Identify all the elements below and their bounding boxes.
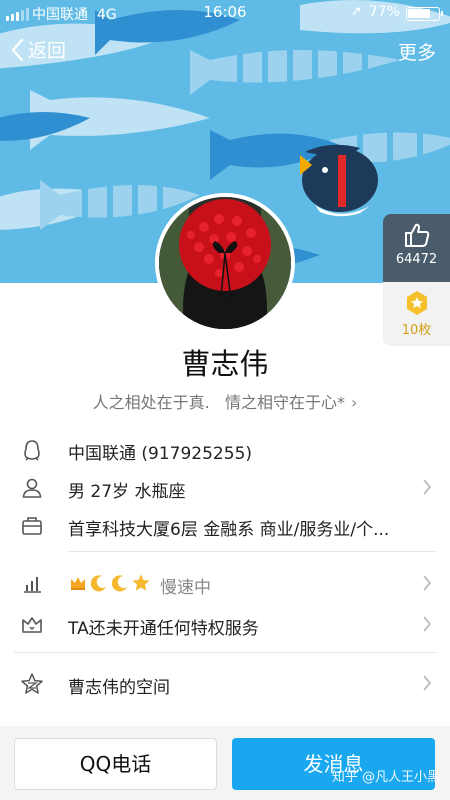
back-button[interactable]: 返回	[10, 36, 66, 63]
back-label: 返回	[28, 40, 67, 62]
star-medal-icon	[406, 291, 427, 315]
vip-crown-icon	[22, 617, 42, 633]
chevron-right-icon	[423, 616, 432, 632]
like-badge[interactable]: 64472	[383, 214, 450, 282]
work-info-text: 首享科技大厦6层 金融系 商业/服务业/个...	[68, 520, 390, 540]
watermark-text: 知乎 @凡人王小黑	[331, 770, 440, 785]
battery-icon	[406, 7, 443, 21]
chevron-right-icon: ›	[350, 393, 358, 412]
basic-info-text: 男 27岁 水瓶座	[68, 482, 186, 502]
profile-signature[interactable]: 人之相处在于真. 情之相守在于心* ›	[0, 389, 450, 413]
chevron-right-icon	[423, 675, 432, 691]
crown-icon	[71, 577, 85, 590]
penguin-icon	[24, 440, 40, 461]
basic-info-row[interactable]: 男 27岁 水瓶座	[0, 468, 450, 508]
level-badges	[68, 573, 151, 593]
moon-icon	[111, 575, 127, 592]
qq-level-row[interactable]: 慢速中	[0, 564, 450, 604]
chevron-right-icon	[423, 479, 432, 495]
bottom-action-bar: QQ电话 发消息 知乎 @凡人王小黑	[0, 726, 450, 800]
person-icon	[22, 478, 42, 498]
more-button[interactable]: 更多	[398, 38, 436, 65]
star-icon	[132, 574, 150, 591]
work-info-row: 首享科技大厦6层 金融系 商业/服务业/个...	[0, 506, 450, 546]
avatar[interactable]	[155, 193, 295, 333]
section-divider	[68, 551, 436, 552]
qzone-row[interactable]: 曹志伟的空间	[0, 664, 450, 704]
avatar-image	[159, 197, 291, 329]
chevron-left-icon	[11, 38, 24, 61]
chevron-right-icon	[423, 575, 432, 591]
section-divider	[14, 652, 436, 653]
battery-percent: 77%	[368, 4, 400, 20]
coin-count: 10枚	[401, 323, 432, 338]
thumbs-up-icon	[404, 223, 429, 247]
signature-text: 人之相处在于真. 情之相守在于心*	[92, 393, 345, 412]
qzone-star-icon	[21, 673, 43, 694]
bar-chart-icon	[24, 577, 41, 593]
profile-name: 曹志伟	[181, 347, 269, 381]
moon-icon	[90, 575, 106, 592]
qq-number-text: 中国联通 (917925255)	[68, 444, 253, 464]
location-arrow-icon: ➚	[351, 4, 362, 19]
like-count: 64472	[395, 252, 438, 267]
battery-fill	[408, 9, 430, 18]
privilege-text: TA还未开通任何特权服务	[68, 619, 259, 639]
qzone-text: 曹志伟的空间	[68, 678, 170, 698]
status-bar: 中国联通 4G 16:06 ➚ 77%	[0, 0, 450, 26]
level-status-text: 慢速中	[160, 578, 211, 598]
qq-number-row: 中国联通 (917925255)	[0, 430, 450, 470]
coin-badge[interactable]: 10枚	[383, 282, 450, 346]
qq-call-button[interactable]: QQ电话	[14, 738, 217, 790]
briefcase-icon	[22, 517, 42, 535]
privilege-row[interactable]: TA还未开通任何特权服务	[0, 605, 450, 645]
